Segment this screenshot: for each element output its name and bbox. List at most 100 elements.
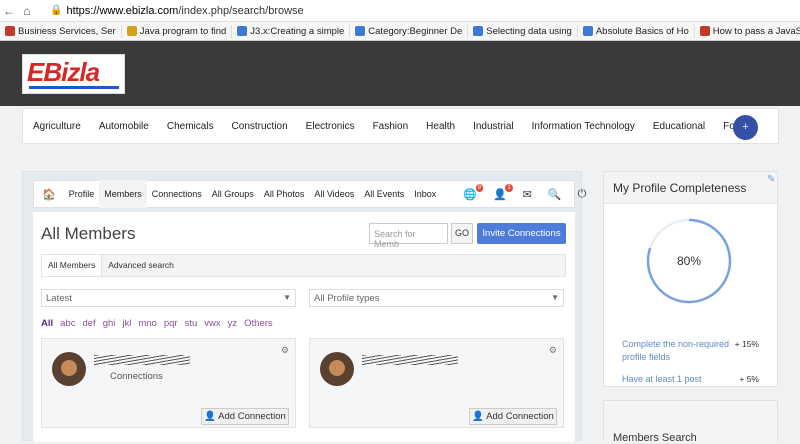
- home-icon[interactable]: 🏠: [34, 188, 64, 201]
- subnav-item[interactable]: Profile: [64, 180, 100, 208]
- back-icon[interactable]: ←: [0, 4, 18, 18]
- profile-type-select[interactable]: All Profile types ▼: [309, 289, 564, 307]
- notification-badge: 9: [475, 183, 483, 192]
- subnav-item[interactable]: All Videos: [309, 180, 359, 208]
- tab-advanced-search[interactable]: Advanced search: [102, 255, 180, 276]
- bookmark-item[interactable]: Business Services, Ser: [0, 24, 122, 38]
- member-subtitle: Connections: [110, 371, 163, 382]
- bookmark-icon: [5, 26, 15, 36]
- power-icon[interactable]: ⏻: [570, 188, 595, 201]
- home-icon[interactable]: ⌂: [18, 4, 36, 18]
- community-toolbar: 🏠 Profile Members Connections All Groups All…: [33, 180, 586, 208]
- category-nav: Agriculture Automobile Chemicals Constructi…: [22, 108, 779, 144]
- lock-icon: 🔒: [50, 5, 63, 16]
- add-category-button[interactable]: +: [733, 115, 758, 140]
- site-header: EBizla: [0, 41, 800, 106]
- user-icon: 👤: [472, 411, 485, 422]
- category-link[interactable]: Chemicals: [157, 121, 222, 132]
- address-field[interactable]: https://www.ebizla.com/index.php/search/…: [66, 5, 303, 17]
- go-button[interactable]: GO: [451, 223, 473, 244]
- alphabet-filter-item[interactable]: pqr: [164, 318, 178, 329]
- member-search-input[interactable]: Search for Memb: [369, 223, 448, 249]
- bookmark-item[interactable]: How to pass a JavaScr: [695, 25, 800, 38]
- invite-connections-button[interactable]: Invite Connections: [477, 223, 566, 244]
- subnav-item[interactable]: All Groups: [207, 180, 259, 208]
- subnav-item[interactable]: Inbox: [409, 180, 441, 208]
- chevron-down-icon: ▼: [551, 293, 559, 302]
- avatar-face: [61, 360, 77, 376]
- bookmark-icon: [699, 26, 710, 36]
- category-link[interactable]: Construction: [222, 121, 296, 132]
- add-connection-button[interactable]: 👤 Add Connection: [201, 408, 289, 425]
- completeness-value-fields: + 15%: [734, 339, 759, 349]
- add-connection-label: Add Connection: [486, 411, 554, 422]
- category-link[interactable]: Electronics: [296, 121, 363, 132]
- bookmark-label: Absolute Basics of Ho: [595, 25, 689, 37]
- bookmark-icon: [473, 26, 484, 36]
- logo-underline: [29, 86, 119, 89]
- bookmarks-bar: Business Services, Ser Java program to fi…: [0, 22, 800, 41]
- bookmark-item[interactable]: Category:Beginner De: [350, 24, 469, 38]
- bookmark-icon: [126, 26, 137, 36]
- category-link[interactable]: Industrial: [463, 121, 522, 132]
- alphabet-filter-item[interactable]: abc: [60, 318, 75, 329]
- bookmark-label: Category:Beginner De: [368, 25, 463, 37]
- search-icon[interactable]: 🔍: [540, 188, 570, 201]
- gear-icon[interactable]: ⚙: [549, 345, 557, 356]
- bookmark-item[interactable]: J3.x:Creating a simple: [232, 24, 351, 38]
- category-link[interactable]: Fashion: [363, 121, 417, 132]
- page-title: All Members: [41, 224, 136, 243]
- logo-text: EBizla: [27, 57, 100, 87]
- members-panel: All Members Search for Memb GO Invite Co…: [33, 212, 575, 442]
- alphabet-filter-item[interactable]: jkl: [122, 318, 131, 329]
- category-link[interactable]: Automobile: [89, 121, 157, 132]
- completeness-item-fields[interactable]: Complete the non-required profile fields: [622, 338, 734, 364]
- redacted-name: [94, 355, 190, 365]
- category-link[interactable]: Educational: [643, 121, 713, 132]
- mail-icon[interactable]: ✉: [515, 188, 540, 201]
- bookmark-label: How to pass a JavaScr: [712, 25, 800, 37]
- add-connection-button[interactable]: 👤 Add Connection: [469, 408, 557, 425]
- notifications-icon[interactable]: 🌐 9: [455, 183, 485, 201]
- bookmark-label: J3.x:Creating a simple: [250, 25, 345, 37]
- avatar[interactable]: [52, 352, 86, 386]
- bookmark-label: Business Services, Ser: [18, 25, 116, 37]
- alphabet-filter-item[interactable]: vwx: [204, 318, 220, 329]
- avatar[interactable]: [320, 352, 354, 386]
- subnav-item[interactable]: All Events: [359, 180, 409, 208]
- alphabet-filter-item[interactable]: def: [82, 318, 95, 329]
- completeness-item-post[interactable]: Have at least 1 post: [622, 373, 734, 386]
- add-connection-label: Add Connection: [218, 411, 286, 422]
- friend-requests-icon[interactable]: 👤 1: [485, 183, 515, 201]
- alphabet-filter-item[interactable]: yz: [228, 318, 238, 329]
- bookmark-icon: [355, 26, 366, 36]
- alphabet-filter-item[interactable]: ghi: [103, 318, 116, 329]
- gear-icon[interactable]: ⚙: [281, 345, 289, 356]
- bookmark-item[interactable]: Selecting data using: [468, 24, 578, 38]
- category-link[interactable]: Health: [416, 121, 463, 132]
- alphabet-filter: All abc def ghi jkl mno pqr stu vwx yz Others: [41, 318, 280, 329]
- completeness-ring: 80%: [644, 216, 734, 309]
- category-link[interactable]: Information Technology: [522, 121, 643, 132]
- completeness-value-post: + 5%: [739, 374, 759, 384]
- sort-select[interactable]: Latest ▼: [41, 289, 296, 307]
- bookmark-item[interactable]: Absolute Basics of Ho: [578, 24, 695, 38]
- bookmark-icon: [237, 26, 248, 36]
- chevron-down-icon: ▼: [283, 293, 291, 302]
- alphabet-filter-item[interactable]: mno: [138, 318, 156, 329]
- tab-all-members[interactable]: All Members: [42, 255, 103, 276]
- subnav-item[interactable]: All Photos: [259, 180, 310, 208]
- subnav-item[interactable]: Connections: [147, 180, 207, 208]
- profile-type-value: All Profile types: [314, 293, 380, 304]
- widget-title: Members Search: [604, 401, 777, 444]
- site-logo[interactable]: EBizla: [22, 54, 125, 94]
- subnav-item[interactable]: Members: [99, 180, 147, 208]
- category-link[interactable]: Agriculture: [23, 121, 89, 132]
- redacted-name: [362, 355, 458, 365]
- alphabet-filter-item[interactable]: Others: [244, 318, 273, 329]
- alphabet-filter-item[interactable]: stu: [185, 318, 198, 329]
- bookmark-item[interactable]: Java program to find: [122, 24, 233, 38]
- members-section: 🏠 Profile Members Connections All Groups All…: [22, 171, 586, 442]
- alphabet-filter-item[interactable]: All: [41, 318, 53, 329]
- edit-icon[interactable]: ✎: [767, 174, 775, 185]
